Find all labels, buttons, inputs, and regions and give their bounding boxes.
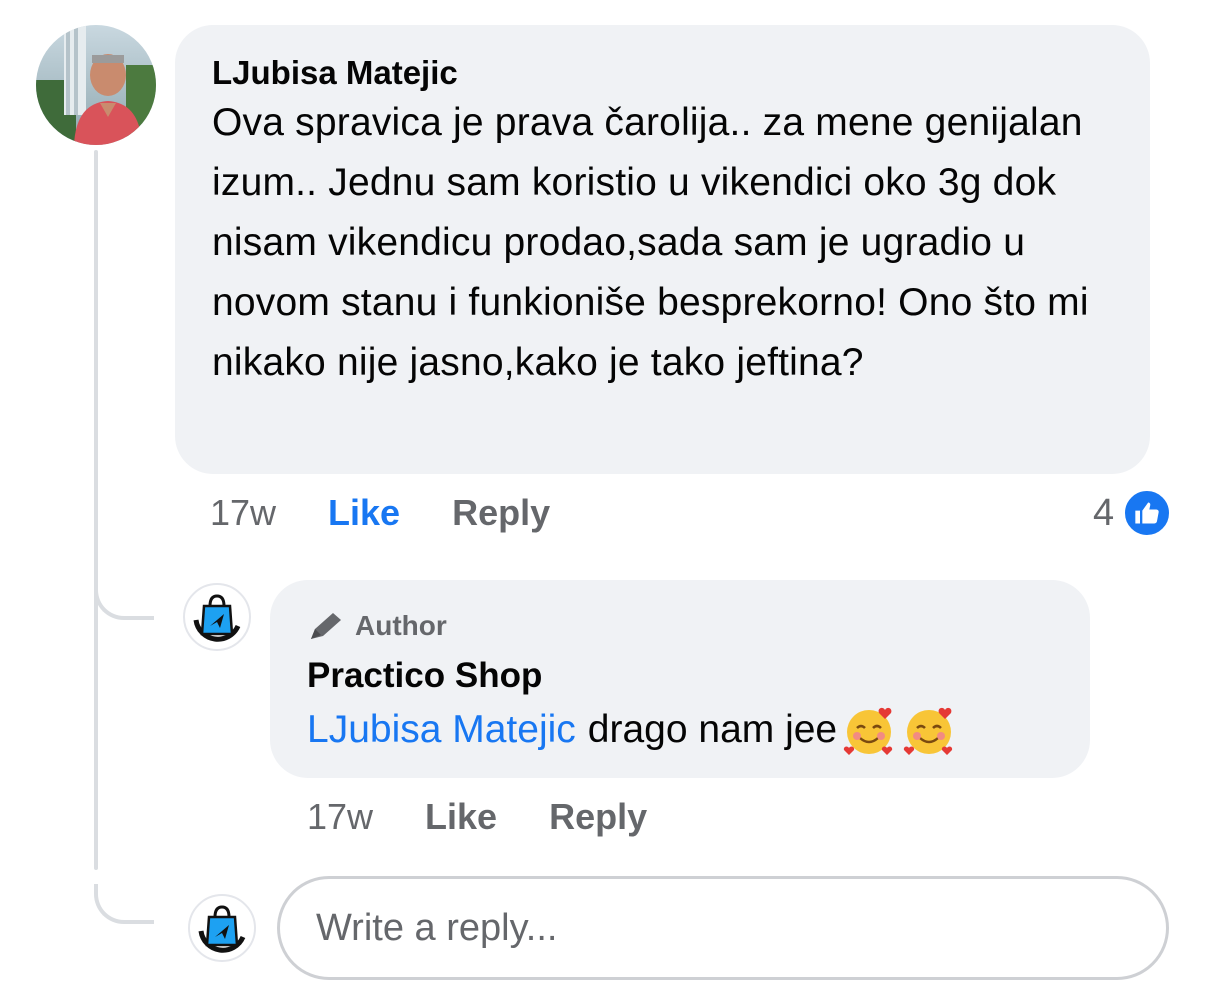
smiling-face-with-hearts-emoji bbox=[841, 702, 897, 758]
comment-timestamp[interactable]: 17w bbox=[210, 492, 276, 534]
comment-actions: 17w Like Reply bbox=[210, 492, 602, 534]
reply-timestamp[interactable]: 17w bbox=[307, 796, 373, 838]
reply-message: drago nam jee bbox=[587, 708, 838, 751]
author-badge-row: Author bbox=[307, 608, 1054, 644]
like-icon bbox=[1122, 488, 1173, 538]
reply-author-name[interactable]: Practico Shop bbox=[307, 654, 1054, 698]
reaction-summary[interactable]: 4 bbox=[1093, 488, 1173, 538]
thread-line bbox=[94, 150, 98, 870]
mention-link[interactable]: LJubisa Matejic bbox=[307, 704, 576, 756]
smiling-face-with-hearts-emoji bbox=[901, 702, 957, 758]
comment-bubble: LJubisa Matejic Ova spravica je prava ča… bbox=[175, 25, 1150, 474]
shopping-bag-logo bbox=[198, 905, 246, 953]
composer-avatar[interactable] bbox=[188, 894, 256, 962]
thread-branch-line bbox=[94, 884, 154, 924]
shop-avatar[interactable] bbox=[183, 583, 251, 651]
reply-reply-button[interactable]: Reply bbox=[549, 796, 647, 838]
reply-bubble: Author Practico Shop LJubisa Matejic dra… bbox=[270, 580, 1090, 778]
reply-text: LJubisa Matejic drago nam jee bbox=[307, 702, 1054, 758]
reply-like-button[interactable]: Like bbox=[425, 796, 497, 838]
shopping-bag-logo bbox=[193, 594, 241, 642]
comment-text: Ova spravica je prava čarolija.. za mene… bbox=[212, 101, 1089, 384]
pen-icon bbox=[307, 611, 345, 641]
reply-actions: 17w Like Reply bbox=[307, 796, 699, 838]
write-reply-box[interactable] bbox=[277, 876, 1169, 980]
thread-branch-line bbox=[94, 580, 154, 620]
comment-author-name[interactable]: LJubisa Matejic bbox=[212, 53, 1114, 93]
reply-button[interactable]: Reply bbox=[452, 492, 550, 534]
commenter-avatar[interactable] bbox=[36, 25, 156, 145]
author-badge: Author bbox=[355, 610, 447, 641]
reaction-count: 4 bbox=[1093, 491, 1115, 534]
reply-input[interactable] bbox=[316, 906, 1166, 950]
like-button[interactable]: Like bbox=[328, 492, 400, 534]
